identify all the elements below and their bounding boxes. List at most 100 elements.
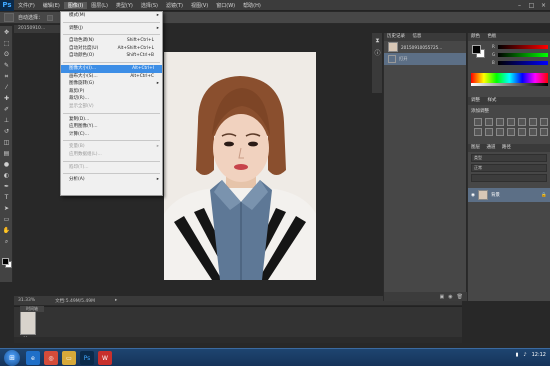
close-button[interactable]: ×: [539, 1, 548, 9]
quick-select-tool-icon[interactable]: ✎: [2, 61, 11, 70]
menu-window[interactable]: 窗口(W): [212, 2, 239, 9]
brightness-contrast-icon[interactable]: [474, 118, 482, 126]
gradient-tool-icon[interactable]: ▤: [2, 149, 11, 158]
status-arrow-icon[interactable]: ▸: [115, 298, 117, 303]
exposure-icon[interactable]: [507, 118, 515, 126]
clock[interactable]: 12:12: [532, 352, 546, 358]
image-menu-item[interactable]: 自动色调(N) Shift+Ctrl+L: [61, 37, 162, 45]
eyedropper-tool-icon[interactable]: ⁄: [2, 83, 11, 92]
lasso-tool-icon[interactable]: ʘ: [2, 50, 11, 59]
foreground-color-swatch[interactable]: [2, 258, 9, 265]
levels-icon[interactable]: [485, 118, 493, 126]
move-tool-icon[interactable]: ✥: [2, 28, 11, 37]
invert-icon[interactable]: [518, 128, 526, 136]
tab-layers[interactable]: 图层: [471, 145, 480, 150]
blur-tool-icon[interactable]: ●: [2, 160, 11, 169]
photoshop-taskbar-icon[interactable]: Ps: [80, 351, 94, 365]
network-icon[interactable]: ▮: [516, 352, 519, 358]
green-slider[interactable]: [498, 53, 548, 57]
menu-filter[interactable]: 滤镜(T): [162, 2, 187, 9]
dodge-tool-icon[interactable]: ◐: [2, 171, 11, 180]
history-panel-icon[interactable]: ⧗: [373, 36, 382, 45]
hand-tool-icon[interactable]: ✋: [2, 226, 11, 235]
chrome-icon[interactable]: ◎: [44, 351, 58, 365]
shape-tool-icon[interactable]: ▭: [2, 215, 11, 224]
image-menu-item[interactable]: 分析(A) ▸: [61, 176, 162, 184]
image-menu-item[interactable]: 应用图像(Y)...: [61, 123, 162, 131]
tab-paths[interactable]: 路径: [502, 145, 511, 150]
image-menu-item[interactable]: 裁切(R)...: [61, 95, 162, 103]
vibrance-icon[interactable]: [518, 118, 526, 126]
channel-mixer-icon[interactable]: [496, 128, 504, 136]
grayscale-ramp[interactable]: [471, 83, 548, 86]
image-menu-item[interactable]: 自动对比度(U) Alt+Shift+Ctrl+L: [61, 45, 162, 53]
tab-swatches[interactable]: 色板: [487, 34, 496, 39]
new-document-from-state-icon[interactable]: ▣: [440, 294, 445, 300]
image-menu-item[interactable]: 计算(C)...: [61, 131, 162, 139]
tab-info[interactable]: 信息: [412, 34, 421, 39]
image-menu-item[interactable]: 调整(J) ▸: [61, 25, 162, 33]
image-menu-item[interactable]: 裁剪(P): [61, 88, 162, 96]
image-menu-item[interactable]: 图像大小(I)... Alt+Ctrl+I: [61, 64, 162, 73]
path-select-tool-icon[interactable]: ➤: [2, 204, 11, 213]
wps-icon[interactable]: W: [98, 351, 112, 365]
pen-tool-icon[interactable]: ✒: [2, 182, 11, 191]
properties-panel-icon[interactable]: ⓘ: [373, 48, 382, 57]
color-balance-icon[interactable]: [540, 118, 548, 126]
tab-channels[interactable]: 通道: [486, 145, 495, 150]
posterize-icon[interactable]: [529, 128, 537, 136]
image-menu-item[interactable]: 画布大小(S)... Alt+Ctrl+C: [61, 73, 162, 81]
trash-icon[interactable]: 🗑: [457, 294, 463, 300]
timeline-frame-thumbnail[interactable]: [20, 311, 36, 335]
brush-tool-icon[interactable]: ✐: [2, 105, 11, 114]
tab-styles[interactable]: 样式: [487, 98, 496, 103]
hue-saturation-icon[interactable]: [529, 118, 537, 126]
blue-slider[interactable]: [498, 61, 548, 65]
menu-type[interactable]: 类型(Y): [112, 2, 137, 9]
start-button[interactable]: ⊞: [4, 350, 20, 366]
image-menu-item[interactable]: 复制(D)...: [61, 116, 162, 124]
ie-icon[interactable]: e: [26, 351, 40, 365]
tab-color[interactable]: 颜色: [471, 34, 480, 39]
red-slider[interactable]: [498, 45, 548, 49]
volume-icon[interactable]: ♪: [523, 352, 526, 358]
auto-select-checkbox[interactable]: [47, 14, 54, 21]
menu-image[interactable]: 图像(I): [63, 1, 88, 9]
folder-icon[interactable]: ▭: [62, 351, 76, 365]
crop-tool-icon[interactable]: ⌗: [2, 72, 11, 81]
menu-view[interactable]: 视图(V): [187, 2, 212, 9]
color-lookup-icon[interactable]: [507, 128, 515, 136]
menu-help[interactable]: 帮助(H): [239, 2, 265, 9]
blend-mode-select[interactable]: 正常: [471, 164, 547, 172]
tab-timeline[interactable]: 时间轴: [20, 306, 44, 312]
eraser-tool-icon[interactable]: ◫: [2, 138, 11, 147]
menu-layer[interactable]: 图层(L): [87, 2, 112, 9]
visibility-eye-icon[interactable]: ◉: [471, 193, 475, 198]
clone-stamp-tool-icon[interactable]: ⊥: [2, 116, 11, 125]
zoom-tool-icon[interactable]: ⌕: [2, 237, 11, 246]
menu-select[interactable]: 选择(S): [137, 2, 162, 9]
image-menu-item[interactable]: 模式(M) ▸: [61, 12, 162, 20]
move-tool-preset-icon[interactable]: [4, 13, 14, 22]
curves-icon[interactable]: [496, 118, 504, 126]
tab-history[interactable]: 历史记录: [387, 34, 405, 39]
black-white-icon[interactable]: [474, 128, 482, 136]
type-tool-icon[interactable]: T: [2, 193, 11, 202]
marquee-tool-icon[interactable]: ⬚: [2, 39, 11, 48]
layer-background[interactable]: ◉ 背景 🔒: [468, 188, 550, 202]
history-state[interactable]: 打开: [384, 53, 466, 65]
healing-brush-tool-icon[interactable]: ✚: [2, 94, 11, 103]
zoom-level[interactable]: 31.33%: [18, 298, 35, 303]
color-spectrum-ramp[interactable]: [471, 73, 548, 83]
minimize-button[interactable]: –: [515, 1, 524, 9]
image-menu-item[interactable]: 图像旋转(G) ▸: [61, 80, 162, 88]
maximize-button[interactable]: □: [527, 1, 536, 9]
image-menu-item[interactable]: 自动颜色(O) Shift+Ctrl+B: [61, 52, 162, 60]
photo-filter-icon[interactable]: [485, 128, 493, 136]
camera-snapshot-icon[interactable]: ◉: [448, 294, 452, 300]
color-panel-fg-swatch[interactable]: [472, 45, 481, 54]
threshold-icon[interactable]: [540, 128, 548, 136]
history-snapshot[interactable]: 20150910055725...: [384, 41, 466, 53]
tab-adjustments[interactable]: 调整: [471, 98, 480, 103]
menu-file[interactable]: 文件(F): [14, 2, 39, 9]
